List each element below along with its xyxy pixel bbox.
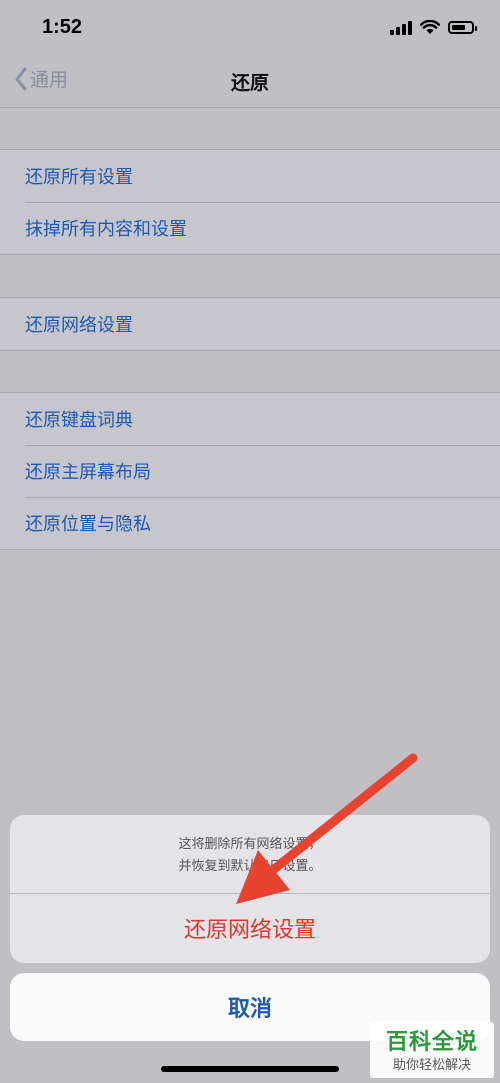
reset-location-privacy-item[interactable]: 还原位置与隐私 (0, 497, 500, 549)
watermark-logo: 百科全说 助你轻松解决 (370, 1022, 494, 1078)
page-title: 还原 (230, 72, 269, 94)
reset-group-1: 还原所有设置 抹掉所有内容和设置 (0, 149, 500, 255)
reset-network-settings-button[interactable]: 还原网络设置 (10, 893, 490, 963)
action-sheet-message: 这将删除所有网络设置， 并恢复到默认出厂设置。 (10, 834, 490, 878)
action-sheet-message-line2: 并恢复到默认出厂设置。 (178, 859, 322, 874)
home-indicator (161, 1066, 339, 1072)
wifi-icon (420, 20, 440, 34)
watermark-subtitle: 助你轻松解决 (392, 1058, 471, 1073)
reset-keyboard-dictionary-item[interactable]: 还原键盘词典 (0, 393, 500, 445)
status-icons (390, 20, 477, 35)
status-bar: 1:52 (0, 0, 500, 60)
reset-home-screen-layout-item[interactable]: 还原主屏幕布局 (0, 445, 500, 497)
signal-icon (390, 20, 412, 35)
status-time: 1:52 (42, 16, 83, 38)
action-sheet: 这将删除所有网络设置， 并恢复到默认出厂设置。 还原网络设置 (10, 815, 490, 963)
erase-all-content-item[interactable]: 抹掉所有内容和设置 (0, 202, 500, 254)
reset-group-2: 还原网络设置 (0, 297, 500, 351)
reset-group-3: 还原键盘词典 还原主屏幕布局 还原位置与隐私 (0, 392, 500, 550)
battery-icon (448, 21, 477, 34)
navigation-bar: 通用 还原 (0, 55, 500, 108)
watermark-title: 百科全说 (385, 1030, 478, 1055)
reset-network-settings-item[interactable]: 还原网络设置 (0, 298, 500, 350)
action-sheet-message-line1: 这将删除所有网络设置， (178, 837, 322, 852)
reset-all-settings-item[interactable]: 还原所有设置 (0, 150, 500, 202)
